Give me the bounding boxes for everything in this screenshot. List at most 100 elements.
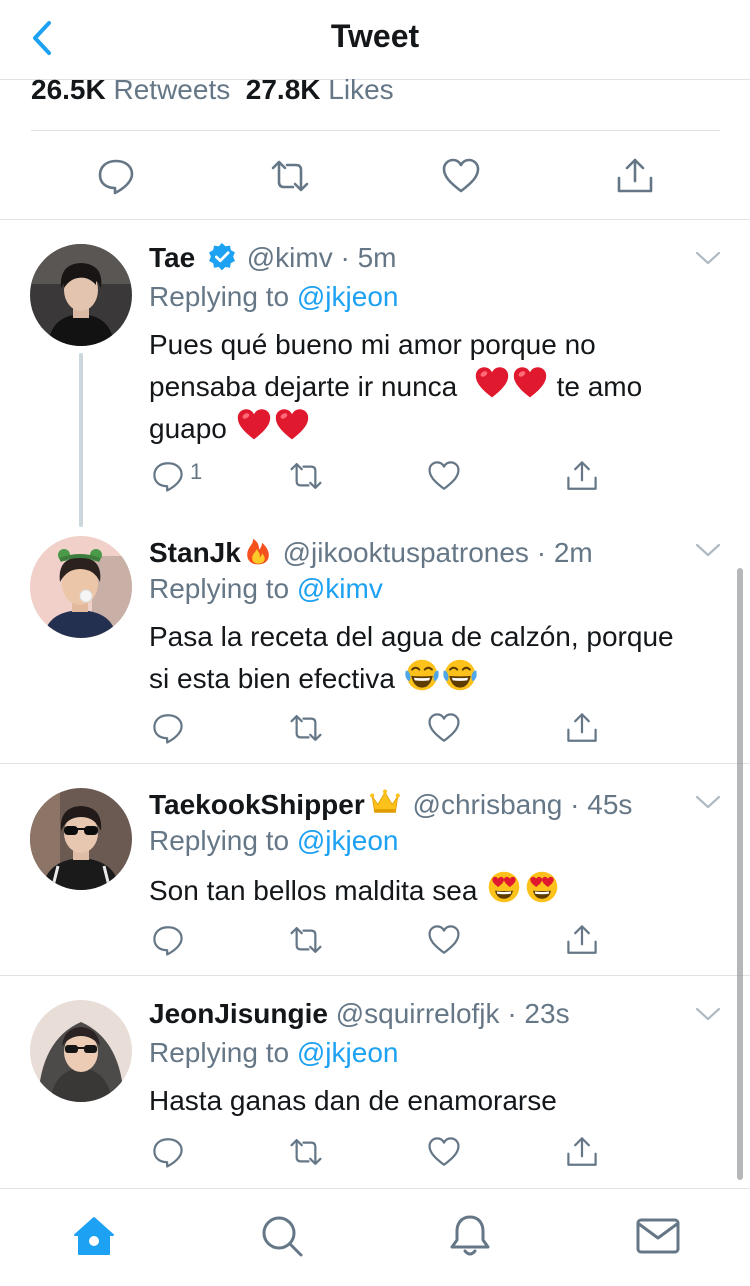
like-button[interactable] [424,920,464,960]
tears-of-joy-emoji-icon [404,657,440,693]
share-button[interactable] [562,708,602,748]
separator: · [570,789,580,820]
text-fragment: pensaba dejarte ir nunca [149,371,458,402]
scrollbar[interactable] [737,568,743,1180]
chevron-down-icon[interactable] [694,1004,722,1024]
replying-to-label: Replying to [149,573,290,604]
mention-link[interactable]: @jkjeon [297,825,399,856]
like-button[interactable] [424,708,464,748]
user-handle[interactable]: @chrisbang [413,789,563,820]
mention-link[interactable]: @kimv [297,573,383,604]
tweet-actions [0,1132,750,1172]
tweet-actions [0,920,750,960]
share-icon [565,923,599,957]
reply-icon [151,459,185,493]
avatar[interactable] [30,1000,132,1102]
timestamp: 23s [524,998,570,1029]
tab-messages[interactable] [633,1211,683,1261]
display-name[interactable]: StanJk [149,537,241,568]
retweet-icon [288,923,324,957]
avatar[interactable] [30,536,132,638]
chevron-down-icon[interactable] [694,792,722,812]
divider [31,130,720,131]
chevron-down-icon[interactable] [694,540,722,560]
reply-button[interactable] [92,150,140,202]
share-button[interactable] [562,920,602,960]
user-handle[interactable]: @jikooktuspatrones [283,537,529,568]
like-button[interactable] [424,1132,464,1172]
tab-home[interactable] [69,1211,119,1261]
retweet-button[interactable] [286,456,326,496]
red-heart-emoji-icon [236,407,272,443]
tweet-text: Pues qué bueno mi amor porque no pensaba… [149,325,724,449]
divider [0,975,750,976]
mention-link[interactable]: @jkjeon [297,1037,399,1068]
share-button[interactable] [562,1132,602,1172]
likes-count[interactable]: 27.8K [246,74,321,105]
text-fragment: te amo [556,371,643,402]
reply-count: 1 [190,459,203,484]
tab-notifications[interactable] [445,1211,495,1261]
display-name[interactable]: TaekookShipper [149,789,365,820]
tweet-text: Son tan bellos maldita sea [149,869,724,911]
retweet-icon [288,1135,324,1169]
heart-icon [427,1135,461,1169]
timestamp: 2m [553,537,593,568]
reply-button[interactable] [148,708,188,748]
mention-link[interactable]: @jkjeon [297,281,399,312]
text-fragment: si esta bien efectiva [149,663,395,694]
share-button[interactable] [562,456,602,496]
crown-emoji-icon [366,786,404,818]
retweets-label[interactable]: Retweets [114,74,231,105]
reply-button[interactable] [148,920,188,960]
likes-label[interactable]: Likes [328,74,393,105]
share-icon [565,1135,599,1169]
bell-icon [450,1215,490,1256]
tab-search[interactable] [257,1211,307,1261]
tweet-text: Pasa la receta del agua de calzón, porqu… [149,617,729,699]
text-line: Pues qué bueno mi amor porque no [149,329,596,360]
retweet-icon [288,459,324,493]
reply-icon [151,923,185,957]
share-button[interactable] [611,150,659,202]
retweets-count[interactable]: 26.5K [31,74,106,105]
text-fragment: Son tan bellos maldita sea [149,875,478,906]
divider [0,219,750,220]
bottom-tab-bar [0,1188,750,1286]
like-button[interactable] [437,150,485,202]
reply-icon [96,156,136,196]
user-handle[interactable]: @squirrelofjk [336,998,500,1029]
text-line: Hasta ganas dan de enamorarse [149,1085,557,1116]
like-button[interactable] [424,456,464,496]
retweet-button[interactable] [286,920,326,960]
text-line: si esta bien efectiva [149,657,729,699]
text-line: Son tan bellos maldita sea [149,869,724,911]
separator: · [536,537,547,568]
display-name[interactable]: Tae [149,242,195,273]
avatar[interactable] [30,788,132,890]
separator: · [340,242,350,273]
home-icon [74,1217,114,1255]
tweet-actions [0,708,750,748]
reply-button[interactable] [148,1132,188,1172]
thread-connector [79,353,83,527]
text-line: guapo [149,407,724,449]
retweet-button[interactable] [286,708,326,748]
heart-icon [427,711,461,745]
reply-button[interactable] [148,456,188,496]
heart-icon [427,923,461,957]
share-icon [565,711,599,745]
tweet-actions: 1 [0,456,750,496]
retweet-button[interactable] [266,150,314,202]
retweet-button[interactable] [286,1132,326,1172]
chevron-down-icon[interactable] [694,248,722,268]
user-handle[interactable]: @kimv [247,242,333,273]
avatar[interactable] [30,244,132,346]
share-icon [615,156,655,196]
replying-to-label: Replying to [149,825,290,856]
main-tweet-actions [0,150,750,202]
heart-icon [427,459,461,493]
timestamp: 5m [357,242,397,273]
display-name[interactable]: JeonJisungie [149,998,328,1029]
heart-icon [441,156,481,196]
